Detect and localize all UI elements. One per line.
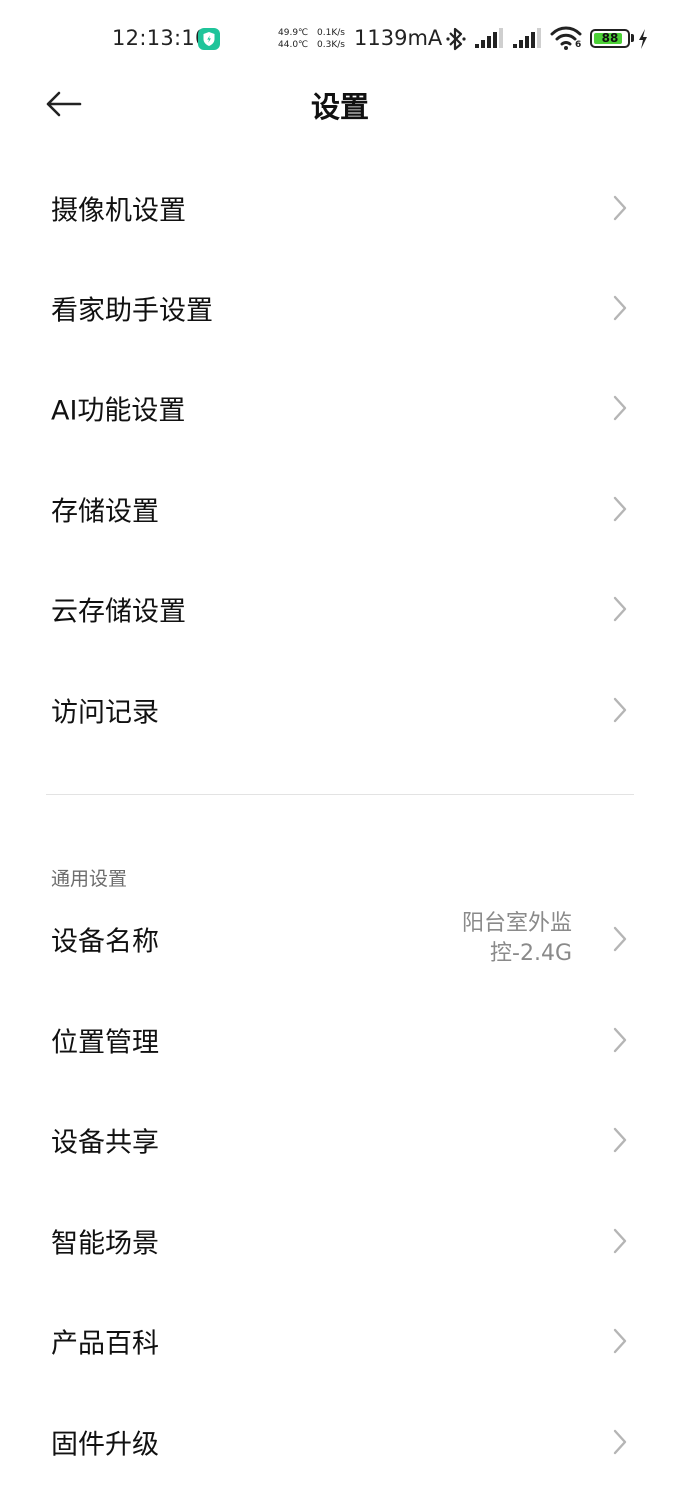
- menu-item-label: 固件升级: [51, 1429, 159, 1461]
- menu-item-cloud-storage-settings[interactable]: 云存储设置: [0, 559, 680, 659]
- menu-item-label: 云存储设置: [51, 596, 186, 628]
- speed-top: 0.1K/s: [317, 28, 345, 38]
- menu-item-label: 设备共享: [51, 1127, 159, 1159]
- temperature-readout: 49.9℃ 44.0℃: [278, 27, 308, 51]
- chevron-right-icon: [613, 697, 627, 723]
- menu-item-camera-settings[interactable]: 摄像机设置: [0, 158, 680, 258]
- menu-item-label: 产品百科: [51, 1328, 159, 1360]
- menu-item-label: 智能场景: [51, 1228, 159, 1260]
- chevron-right-icon: [613, 496, 627, 522]
- menu-item-device-sharing[interactable]: 设备共享: [0, 1090, 680, 1190]
- charging-icon: [639, 29, 647, 49]
- chevron-right-icon: [613, 1127, 627, 1153]
- signal-icon: [475, 28, 503, 48]
- menu-item-smart-scenes[interactable]: 智能场景: [0, 1191, 680, 1291]
- signal-icon: [513, 28, 541, 48]
- battery-icon: 88: [590, 29, 630, 48]
- device-name-value-line-2: 控-2.4G: [490, 941, 572, 966]
- chevron-right-icon: [613, 1328, 627, 1354]
- wifi-icon: 6: [550, 25, 584, 53]
- bluetooth-icon: [446, 27, 466, 51]
- chevron-right-icon: [613, 295, 627, 321]
- menu-item-label: 存储设置: [51, 496, 159, 528]
- chevron-right-icon: [613, 195, 627, 221]
- speed-bottom: 0.3K/s: [317, 40, 345, 50]
- menu-item-label: 设备名称: [51, 926, 159, 958]
- chevron-right-icon: [613, 596, 627, 622]
- chevron-right-icon: [613, 926, 627, 952]
- chevron-right-icon: [613, 1429, 627, 1455]
- chevron-right-icon: [613, 395, 627, 421]
- device-name-value-line-1: 阳台室外监: [461, 911, 572, 936]
- chevron-right-icon: [613, 1027, 627, 1053]
- status-bar: 12:13:10 49.9℃ 44.0℃ 0.1K/s 0.3K/s 1139m…: [0, 0, 680, 80]
- menu-item-label: 摄像机设置: [51, 195, 186, 227]
- menu-item-label: 位置管理: [51, 1027, 159, 1059]
- shield-icon: [198, 28, 220, 50]
- menu-item-access-log[interactable]: 访问记录: [0, 660, 680, 760]
- battery-level: 88: [601, 31, 619, 45]
- network-speed-readout: 0.1K/s 0.3K/s: [317, 27, 345, 51]
- menu-item-ai-settings[interactable]: AI功能设置: [0, 358, 680, 458]
- app-header: 设置: [0, 80, 680, 126]
- menu-item-storage-settings[interactable]: 存储设置: [0, 459, 680, 559]
- menu-item-label: 访问记录: [51, 697, 159, 729]
- menu-item-device-name[interactable]: 设备名称 阳台室外监 控-2.4G: [0, 889, 680, 989]
- device-name-value: 阳台室外监 控-2.4G: [432, 909, 572, 969]
- menu-item-label: 看家助手设置: [51, 295, 213, 327]
- wifi-badge: 6: [575, 40, 582, 50]
- menu-item-location-management[interactable]: 位置管理: [0, 990, 680, 1090]
- status-time: 12:13:10: [112, 26, 209, 50]
- page-title: 设置: [310, 90, 369, 124]
- charging-current: 1139mA: [354, 26, 443, 50]
- menu-item-home-guard-settings[interactable]: 看家助手设置: [0, 258, 680, 358]
- section-title-general: 通用设置: [51, 868, 128, 890]
- menu-item-product-wiki[interactable]: 产品百科: [0, 1291, 680, 1391]
- temperature-bottom: 44.0℃: [278, 40, 309, 50]
- menu-item-firmware-upgrade[interactable]: 固件升级: [0, 1392, 680, 1492]
- battery-cap: [631, 34, 634, 42]
- menu-item-label: AI功能设置: [51, 395, 186, 427]
- temperature-top: 49.9℃: [278, 28, 309, 38]
- chevron-right-icon: [613, 1228, 627, 1254]
- section-divider: [46, 794, 634, 795]
